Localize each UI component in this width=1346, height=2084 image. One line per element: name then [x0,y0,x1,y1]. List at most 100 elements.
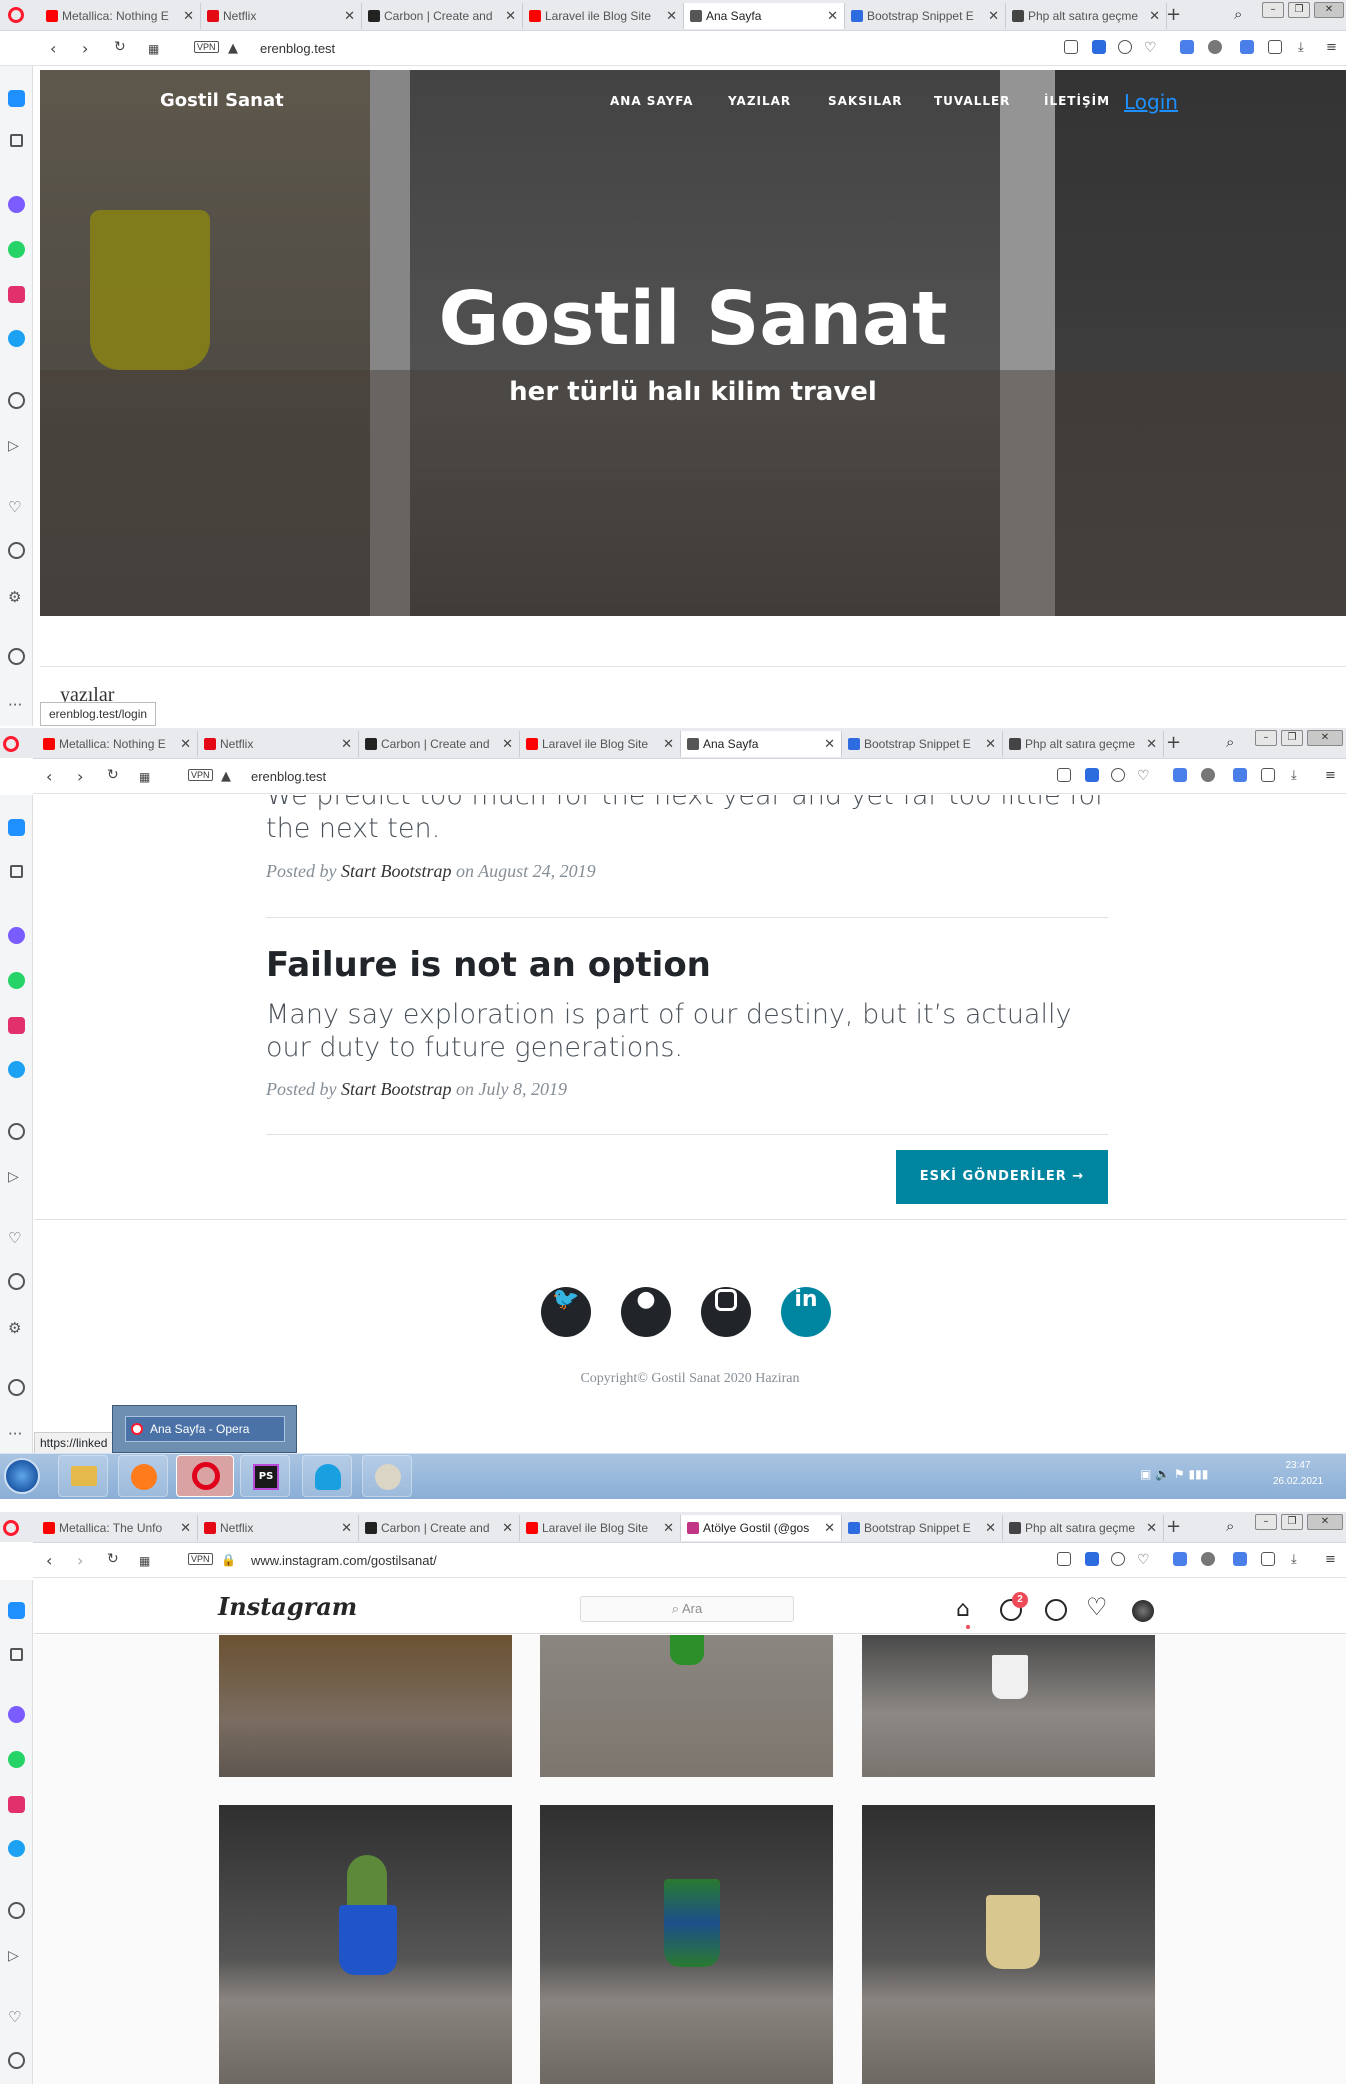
reload-icon[interactable]: ↻ [107,1551,119,1567]
send-icon[interactable]: ▷ [8,1948,25,1965]
heart-icon[interactable]: ♡ [8,1229,25,1247]
extension-icon[interactable] [1201,1552,1215,1566]
firefox-taskbar-button[interactable] [118,1455,168,1497]
tab-close-icon[interactable]: ✕ [502,731,513,757]
reload-icon[interactable]: ↻ [114,39,126,55]
home-icon[interactable] [8,90,25,107]
tab-close-icon[interactable]: ✕ [505,3,516,29]
player-icon[interactable] [8,392,25,409]
back-icon[interactable]: ‹ [50,39,56,58]
explorer-taskbar-button[interactable] [58,1455,108,1497]
tab-close-icon[interactable]: ✕ [824,1515,835,1541]
speed-dial-icon[interactable]: ▦ [139,770,150,784]
download-icon[interactable]: ⤓ [1298,40,1312,55]
minimize-button[interactable]: – [1255,730,1277,746]
instagram-logo[interactable]: Instagram [218,1592,357,1621]
send-icon[interactable]: ▷ [8,1169,25,1186]
instagram-explore-icon[interactable] [1045,1599,1067,1621]
opera-logo-icon[interactable] [3,736,19,752]
translate-alt-icon[interactable] [1233,768,1247,782]
browser-tab[interactable]: Bootstrap Snippet E ✕ [842,731,1003,757]
reload-icon[interactable]: ↻ [107,767,119,783]
history-icon[interactable] [8,2052,25,2069]
browser-tab[interactable]: Netflix ✕ [198,1515,359,1541]
taskbar-preview[interactable]: Ana Sayfa - Opera [112,1405,297,1453]
opera-logo-icon[interactable] [8,7,24,23]
more-icon[interactable]: ··· [8,696,25,714]
search-icon[interactable]: ⌕ [1234,5,1242,23]
home-icon[interactable] [8,819,25,836]
post-thumbnail[interactable] [862,1805,1155,2084]
star-icon[interactable] [10,134,23,147]
menu-icon[interactable]: ≡ [1325,1552,1339,1567]
close-window-button[interactable]: ✕ [1307,1514,1343,1530]
browser-tab[interactable]: Php alt satıra geçme ✕ [1006,3,1167,29]
new-tab-button[interactable]: + [1166,732,1181,753]
tray-icons[interactable]: ▣ 🔈 ⚑ ▮▮▮ [1140,1467,1208,1481]
tab-close-icon[interactable]: ✕ [344,3,355,29]
browser-tab[interactable]: Laravel ile Blog Site ✕ [520,1515,681,1541]
post-thumbnail[interactable] [862,1635,1155,1777]
send-icon[interactable] [1111,768,1125,782]
history-icon[interactable] [8,1273,25,1290]
extension-icon[interactable] [1201,768,1215,782]
tab-close-icon[interactable]: ✕ [824,731,835,757]
shield-icon[interactable] [1092,40,1106,54]
browser-tab[interactable]: Laravel ile Blog Site ✕ [520,731,681,757]
forward-icon[interactable]: › [77,1551,83,1570]
instagram-icon[interactable] [8,286,25,303]
box-icon[interactable] [1268,40,1282,54]
tab-close-icon[interactable]: ✕ [827,3,838,29]
new-tab-button[interactable]: + [1166,4,1181,25]
star-icon[interactable] [10,1648,23,1661]
url-field[interactable]: www.instagram.com/gostilsanat/ [251,1553,437,1568]
nav-yazilar[interactable]: YAZILAR [728,94,791,108]
tab-close-icon[interactable]: ✕ [666,3,677,29]
back-icon[interactable]: ‹ [46,767,52,786]
tab-close-icon[interactable]: ✕ [985,1515,996,1541]
browser-tab[interactable]: Bootstrap Snippet E ✕ [842,1515,1003,1541]
browser-tab[interactable]: Carbon | Create and ✕ [359,1515,520,1541]
minimize-button[interactable]: – [1262,2,1284,18]
browser-tab[interactable]: Carbon | Create and ✕ [359,731,520,757]
url-field[interactable]: erenblog.test [260,41,335,56]
login-link[interactable]: Login [1124,90,1178,114]
whatsapp-icon[interactable] [8,972,25,989]
browser-tab[interactable]: Php alt satıra geçme ✕ [1003,1515,1164,1541]
twitter-link[interactable]: 🐦 [541,1287,591,1337]
download-icon[interactable]: ⤓ [1291,1552,1305,1567]
post-thumbnail[interactable] [219,1805,512,2084]
camera-icon[interactable] [1064,40,1078,54]
tab-close-icon[interactable]: ✕ [1146,731,1157,757]
vpn-badge[interactable]: VPN [194,41,219,53]
nav-saksilar[interactable]: SAKSILAR [828,94,903,108]
post-preview-subtitle[interactable]: We predict too much for the next year an… [266,795,1146,845]
browser-tab[interactable]: Metallica: Nothing E ✕ [40,3,201,29]
heart-icon[interactable]: ♡ [1137,768,1151,784]
tab-close-icon[interactable]: ✕ [341,731,352,757]
browser-tab[interactable]: Ana Sayfa ✕ [681,731,842,757]
instagram-home-icon[interactable]: ⌂ [956,1597,970,1622]
browser-tab[interactable]: Carbon | Create and ✕ [362,3,523,29]
heart-icon[interactable]: ♡ [8,498,25,516]
app-taskbar-button[interactable] [302,1455,352,1497]
nav-tuvaller[interactable]: TUVALLER [934,94,1010,108]
bulb-icon[interactable] [8,648,25,665]
post-thumbnail[interactable] [219,1635,512,1777]
taskbar-preview-item[interactable]: Ana Sayfa - Opera [125,1416,285,1442]
profile-avatar[interactable] [1132,1600,1154,1622]
vpn-badge[interactable]: VPN [188,769,213,781]
tab-close-icon[interactable]: ✕ [180,731,191,757]
translate-alt-icon[interactable] [1240,40,1254,54]
bulb-icon[interactable] [8,1379,25,1396]
settings-icon[interactable]: ⚙ [8,1319,25,1337]
close-window-button[interactable]: ✕ [1314,2,1344,18]
url-field[interactable]: erenblog.test [251,769,326,784]
heart-icon[interactable]: ♡ [1144,40,1158,56]
box-icon[interactable] [1261,768,1275,782]
translate-icon[interactable] [1173,768,1187,782]
forward-icon[interactable]: › [77,767,83,786]
home-icon[interactable] [8,1602,25,1619]
tab-close-icon[interactable]: ✕ [663,731,674,757]
new-tab-button[interactable]: + [1166,1516,1181,1537]
